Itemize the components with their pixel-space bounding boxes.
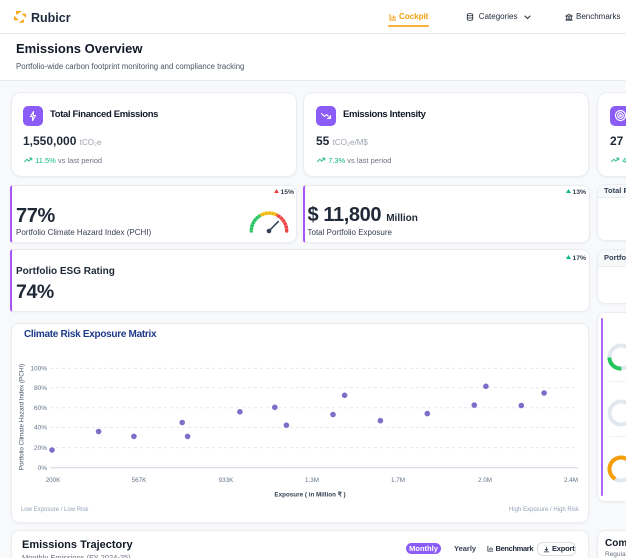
svg-text:2.0M: 2.0M [478, 477, 492, 484]
svg-text:0%: 0% [38, 465, 48, 472]
svg-text:Exposure ( in Million ₹ ): Exposure ( in Million ₹ ) [274, 492, 345, 499]
svg-text:80%: 80% [34, 385, 47, 392]
svg-text:1.3M: 1.3M [305, 477, 319, 484]
svg-text:40%: 40% [34, 425, 47, 432]
svg-text:2.4M: 2.4M [564, 477, 578, 484]
svg-text:20%: 20% [34, 445, 47, 452]
svg-text:Portfolio Climate Hazard Index: Portfolio Climate Hazard Index (PCHI) [19, 364, 26, 470]
svg-text:1.7M: 1.7M [391, 477, 405, 484]
svg-text:933K: 933K [219, 477, 235, 484]
svg-text:567K: 567K [132, 477, 148, 484]
svg-text:High Exposure / High Risk: High Exposure / High Risk [509, 507, 580, 513]
svg-text:60%: 60% [34, 405, 47, 412]
svg-text:100%: 100% [30, 366, 47, 373]
svg-text:200K: 200K [46, 477, 62, 484]
svg-text:Low Exposure / Low Risk: Low Exposure / Low Risk [21, 507, 89, 513]
